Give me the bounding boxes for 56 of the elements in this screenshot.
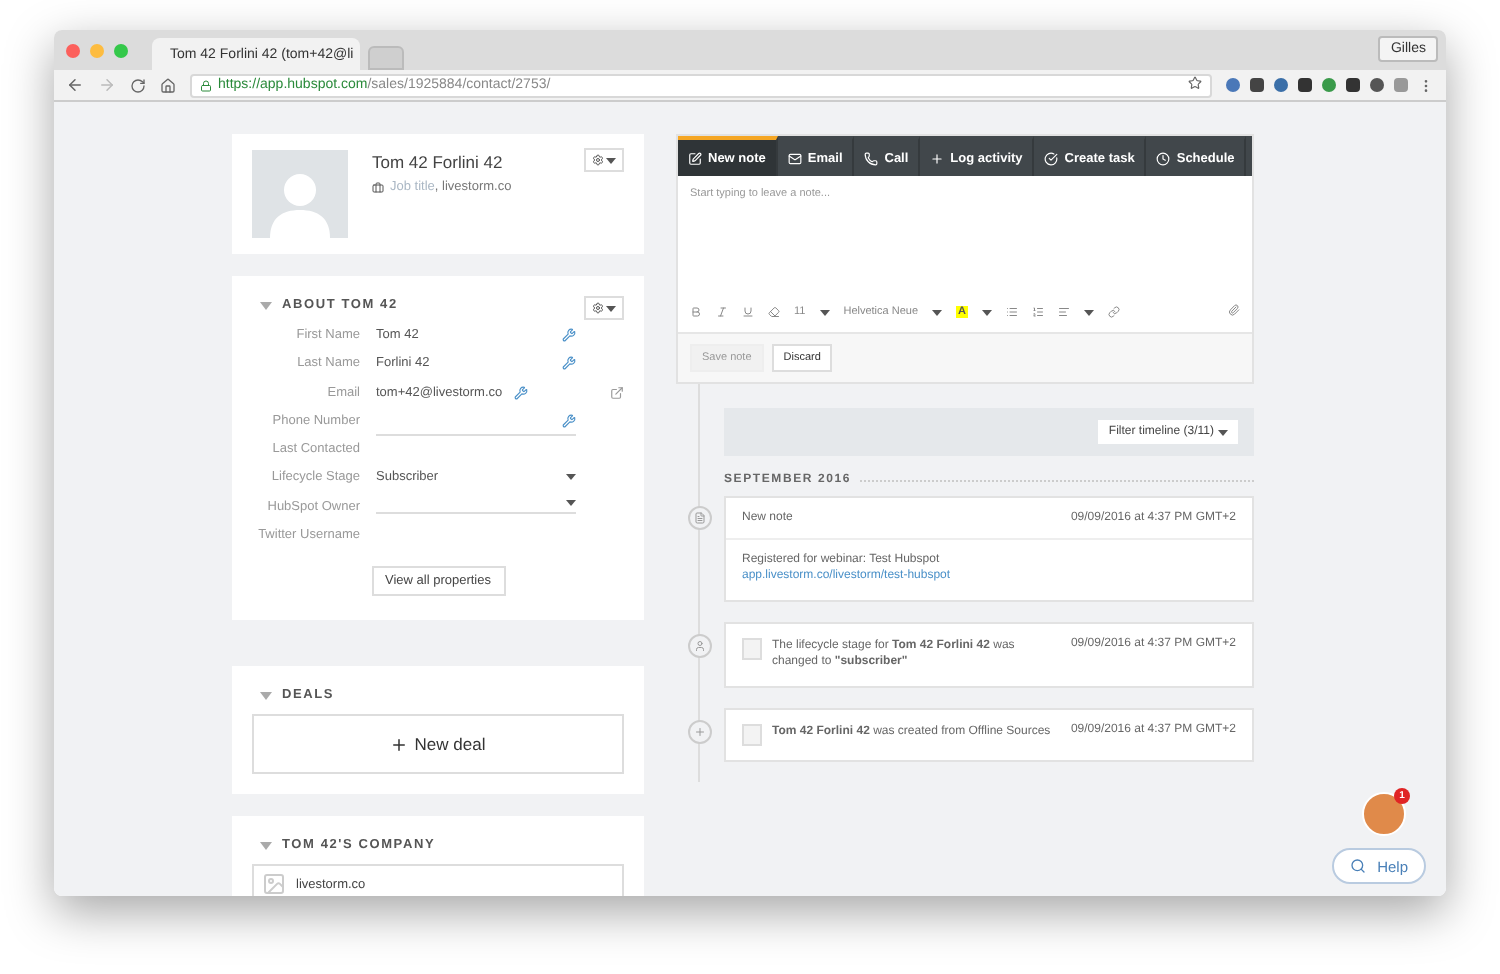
- caret-icon: [1218, 429, 1228, 435]
- tab-icon: [688, 151, 702, 165]
- caret-icon: [932, 309, 943, 315]
- caret-icon: [982, 309, 992, 315]
- person-icon: [694, 639, 706, 652]
- reload-icon: [130, 77, 146, 93]
- avatar-placeholder: [252, 150, 348, 238]
- forward-icon: [98, 76, 116, 94]
- caret-icon: [606, 305, 616, 311]
- maximize-window-button[interactable]: [114, 43, 128, 57]
- property-field[interactable]: [376, 495, 576, 514]
- settings-button[interactable]: [584, 148, 624, 172]
- bullet-list-icon: [1006, 306, 1018, 318]
- edit-icon: [514, 385, 529, 400]
- back-icon: [66, 76, 84, 94]
- lock-icon: [200, 79, 212, 91]
- caret-icon: [566, 499, 576, 506]
- align-icon: [1058, 306, 1070, 318]
- tab-icon: [1044, 151, 1059, 165]
- edit-icon: [562, 328, 576, 342]
- edit-icon: [562, 356, 576, 371]
- underline-icon: [742, 306, 754, 318]
- company-logo-icon: [262, 872, 286, 896]
- close-window-button[interactable]: [66, 43, 80, 57]
- collapse-arrow-icon[interactable]: [260, 299, 272, 311]
- new-deal-button[interactable]: New deal: [252, 714, 624, 775]
- attach-icon: [1228, 304, 1240, 316]
- tab-icon: [1156, 151, 1171, 165]
- tab-icon: [864, 151, 879, 165]
- tab-icon: [787, 151, 802, 165]
- settings-button[interactable]: [584, 296, 624, 320]
- italic-icon: [716, 306, 728, 318]
- plus-icon: [694, 725, 706, 738]
- caret-icon: [566, 474, 576, 481]
- briefcase-icon: [372, 181, 384, 193]
- edit-icon: [562, 413, 576, 428]
- settings-icon: [592, 302, 604, 314]
- bold-icon: [690, 306, 702, 318]
- settings-icon: [592, 154, 604, 166]
- collapse-arrow-icon[interactable]: [260, 839, 272, 852]
- collapse-arrow-icon[interactable]: [260, 689, 272, 702]
- caret-icon: [1084, 309, 1094, 315]
- search-icon: [1349, 858, 1366, 874]
- contact-name: Tom 42 Forlini 42: [372, 152, 505, 172]
- numbered-list-icon: [1032, 306, 1044, 318]
- link-icon: [1108, 306, 1120, 318]
- external-link-icon: [610, 385, 624, 400]
- caret-icon: [819, 309, 830, 315]
- star-icon: [1188, 76, 1202, 90]
- tab-icon: [930, 151, 945, 165]
- plus-icon: [390, 735, 409, 754]
- note-icon: [694, 512, 706, 524]
- property-field[interactable]: [376, 409, 576, 436]
- eraser-icon: [768, 306, 780, 318]
- home-icon: [160, 77, 176, 93]
- caret-icon: [606, 157, 616, 163]
